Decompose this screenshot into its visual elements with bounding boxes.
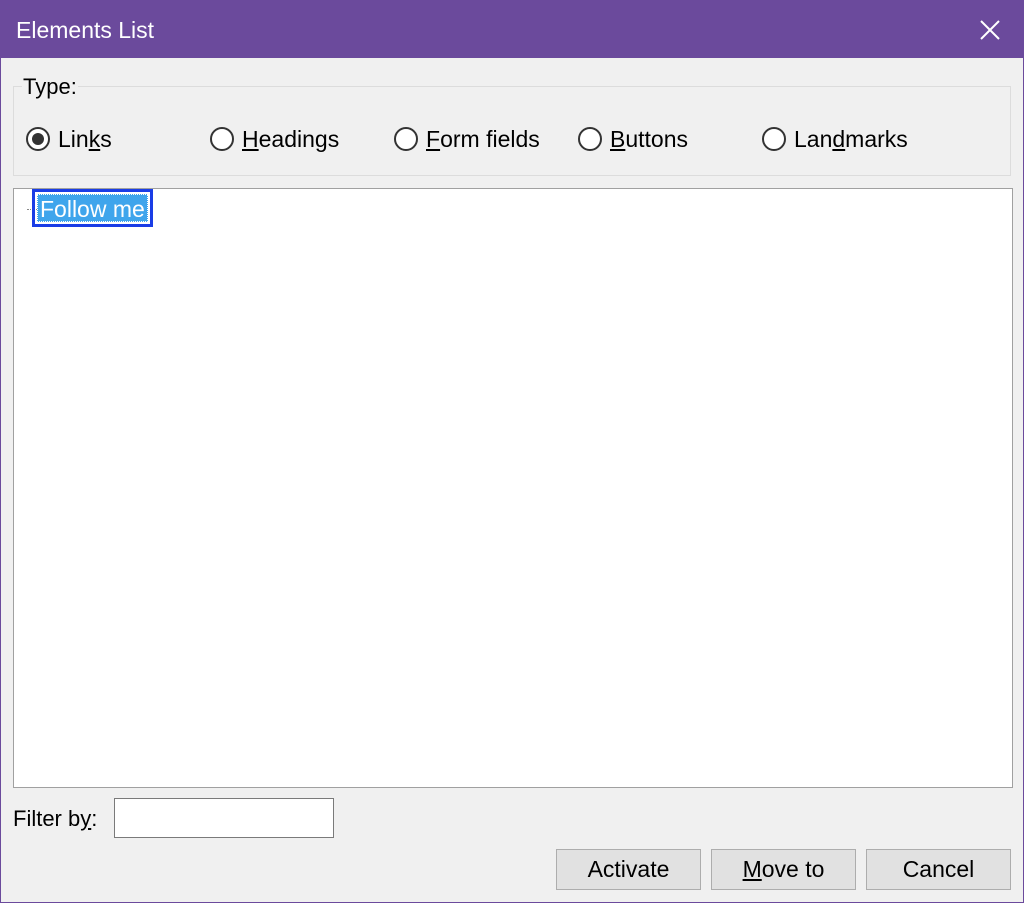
close-button[interactable]: [957, 1, 1023, 58]
filter-label: Filter by:: [13, 806, 98, 831]
filter-input[interactable]: [114, 798, 334, 838]
radio-headings-indicator[interactable]: [210, 127, 234, 151]
radio-form-fields-indicator[interactable]: [394, 127, 418, 151]
radio-landmarks-label: Landmarks: [794, 125, 908, 152]
radio-landmarks[interactable]: Landmarks: [762, 123, 908, 155]
title-bar[interactable]: Elements List: [1, 1, 1023, 58]
cancel-button[interactable]: Cancel: [866, 849, 1011, 890]
move-to-button[interactable]: Move to: [711, 849, 856, 890]
window-title: Elements List: [16, 17, 155, 43]
radio-headings-label: Headings: [242, 125, 340, 152]
radio-links[interactable]: Links: [26, 123, 112, 155]
elements-tree[interactable]: Follow me: [13, 188, 1013, 788]
radio-form-fields-label: Form fields: [426, 125, 540, 152]
list-item[interactable]: Follow me: [32, 189, 153, 227]
radio-landmarks-indicator[interactable]: [762, 127, 786, 151]
radio-buttons-label: Buttons: [610, 125, 688, 152]
radio-links-indicator[interactable]: [26, 127, 50, 151]
elements-list-dialog: Elements List Type: Links Headings Form …: [0, 0, 1024, 903]
radio-buttons[interactable]: Buttons: [578, 123, 688, 155]
radio-links-label: Links: [58, 125, 112, 152]
radio-buttons-indicator[interactable]: [578, 127, 602, 151]
radio-form-fields[interactable]: Form fields: [394, 123, 540, 155]
activate-button[interactable]: Activate: [556, 849, 701, 890]
type-group-label: Type:: [22, 74, 78, 100]
close-icon: [980, 19, 1000, 40]
radio-headings[interactable]: Headings: [210, 123, 339, 155]
list-item-label: Follow me: [37, 194, 148, 222]
